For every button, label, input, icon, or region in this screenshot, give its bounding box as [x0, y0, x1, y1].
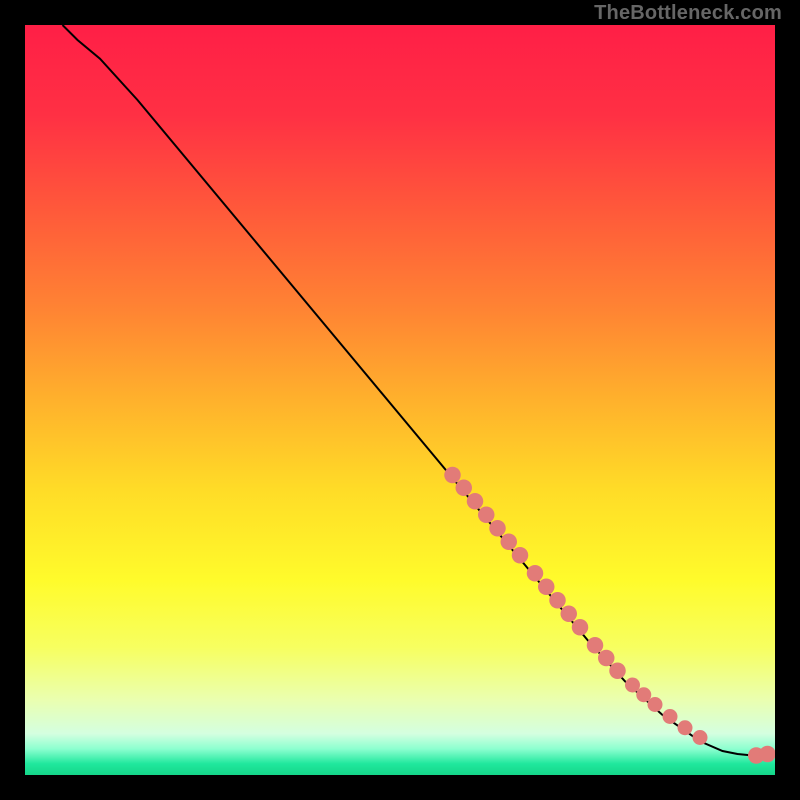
data-marker: [678, 720, 693, 735]
data-marker: [648, 697, 663, 712]
data-marker: [456, 480, 473, 497]
data-marker: [467, 493, 484, 510]
data-marker: [561, 606, 578, 623]
data-marker: [625, 678, 640, 693]
data-marker: [501, 534, 518, 551]
data-marker: [598, 650, 615, 667]
data-marker: [512, 547, 529, 563]
attribution-text: TheBottleneck.com: [594, 2, 782, 25]
chart-frame: TheBottleneck.com: [0, 0, 800, 800]
data-marker: [609, 663, 626, 680]
data-marker: [693, 730, 708, 745]
data-marker: [663, 709, 678, 724]
data-marker: [636, 687, 651, 702]
plot-background: [25, 25, 775, 775]
data-marker: [759, 746, 775, 762]
data-marker: [444, 467, 461, 484]
data-marker: [489, 520, 506, 537]
data-marker: [527, 565, 544, 582]
data-marker: [572, 619, 589, 635]
data-marker: [478, 507, 495, 523]
bottleneck-chart: [25, 25, 775, 775]
data-marker: [538, 579, 555, 596]
data-marker: [587, 637, 604, 653]
data-marker: [549, 592, 566, 608]
